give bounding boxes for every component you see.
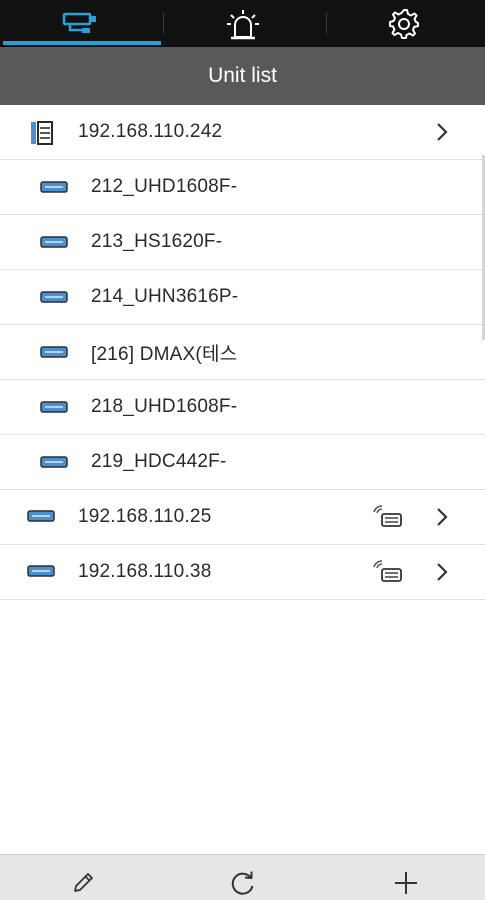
pencil-icon — [74, 873, 93, 892]
dvr-icon — [40, 401, 68, 413]
dvr-icon — [40, 456, 68, 468]
unit-row-host[interactable]: 192.168.110.38 — [0, 545, 485, 600]
dvr-icon — [27, 510, 55, 522]
plus-icon — [395, 872, 417, 894]
unit-label: [216] DMAX(테스 — [91, 343, 238, 365]
title-bar: Unit list — [0, 47, 485, 105]
dvr-icon — [40, 181, 68, 193]
unit-row-host[interactable]: 192.168.110.25 — [0, 490, 485, 545]
alarm-light-icon — [226, 9, 259, 39]
wireless-connection-icon — [373, 560, 402, 582]
refresh-icon — [231, 871, 254, 895]
server-icon — [31, 121, 53, 145]
dvr-icon — [40, 346, 68, 358]
top-tab-bar — [0, 0, 485, 47]
unit-row-channel[interactable]: 212_UHD1608F- — [0, 160, 485, 215]
unit-label: 214_UHN3616P- — [91, 286, 239, 307]
unit-row-channel[interactable]: 213_HS1620F- — [0, 215, 485, 270]
dvr-icon — [40, 291, 68, 303]
wireless-connection-icon — [373, 505, 402, 527]
unit-row-channel[interactable]: [216] DMAX(테스 — [0, 325, 485, 380]
unit-label: 219_HDC442F- — [91, 451, 227, 472]
chevron-right-icon[interactable] — [434, 121, 450, 143]
chevron-right-icon[interactable] — [434, 561, 450, 583]
page-title: Unit list — [208, 64, 277, 87]
unit-label: 192.168.110.242 — [78, 121, 223, 142]
unit-label: 218_UHD1608F- — [91, 396, 238, 417]
add-button[interactable] — [392, 869, 420, 897]
unit-row-channel[interactable]: 218_UHD1608F- — [0, 380, 485, 435]
chevron-right-icon[interactable] — [434, 506, 450, 528]
bottom-action-bar — [0, 854, 485, 900]
unit-row-channel[interactable]: 219_HDC442F- — [0, 435, 485, 490]
dvr-icon — [40, 236, 68, 248]
unit-list: 192.168.110.242 212_UHD1608F- 213_HS1620… — [0, 105, 485, 600]
refresh-button[interactable] — [229, 869, 257, 897]
dvr-icon — [27, 565, 55, 577]
unit-label: 192.168.110.38 — [78, 561, 212, 582]
tab-events[interactable] — [162, 0, 324, 47]
unit-label: 213_HS1620F- — [91, 231, 223, 252]
unit-row-channel[interactable]: 214_UHN3616P- — [0, 270, 485, 325]
unit-label: 212_UHD1608F- — [91, 176, 238, 197]
unit-row-host[interactable]: 192.168.110.242 — [0, 105, 485, 160]
unit-label: 192.168.110.25 — [78, 506, 212, 527]
tab-settings[interactable] — [323, 0, 485, 47]
tab-units[interactable] — [0, 0, 162, 47]
cctv-camera-icon — [62, 12, 96, 33]
edit-button[interactable] — [69, 869, 97, 897]
gear-icon — [389, 8, 420, 39]
